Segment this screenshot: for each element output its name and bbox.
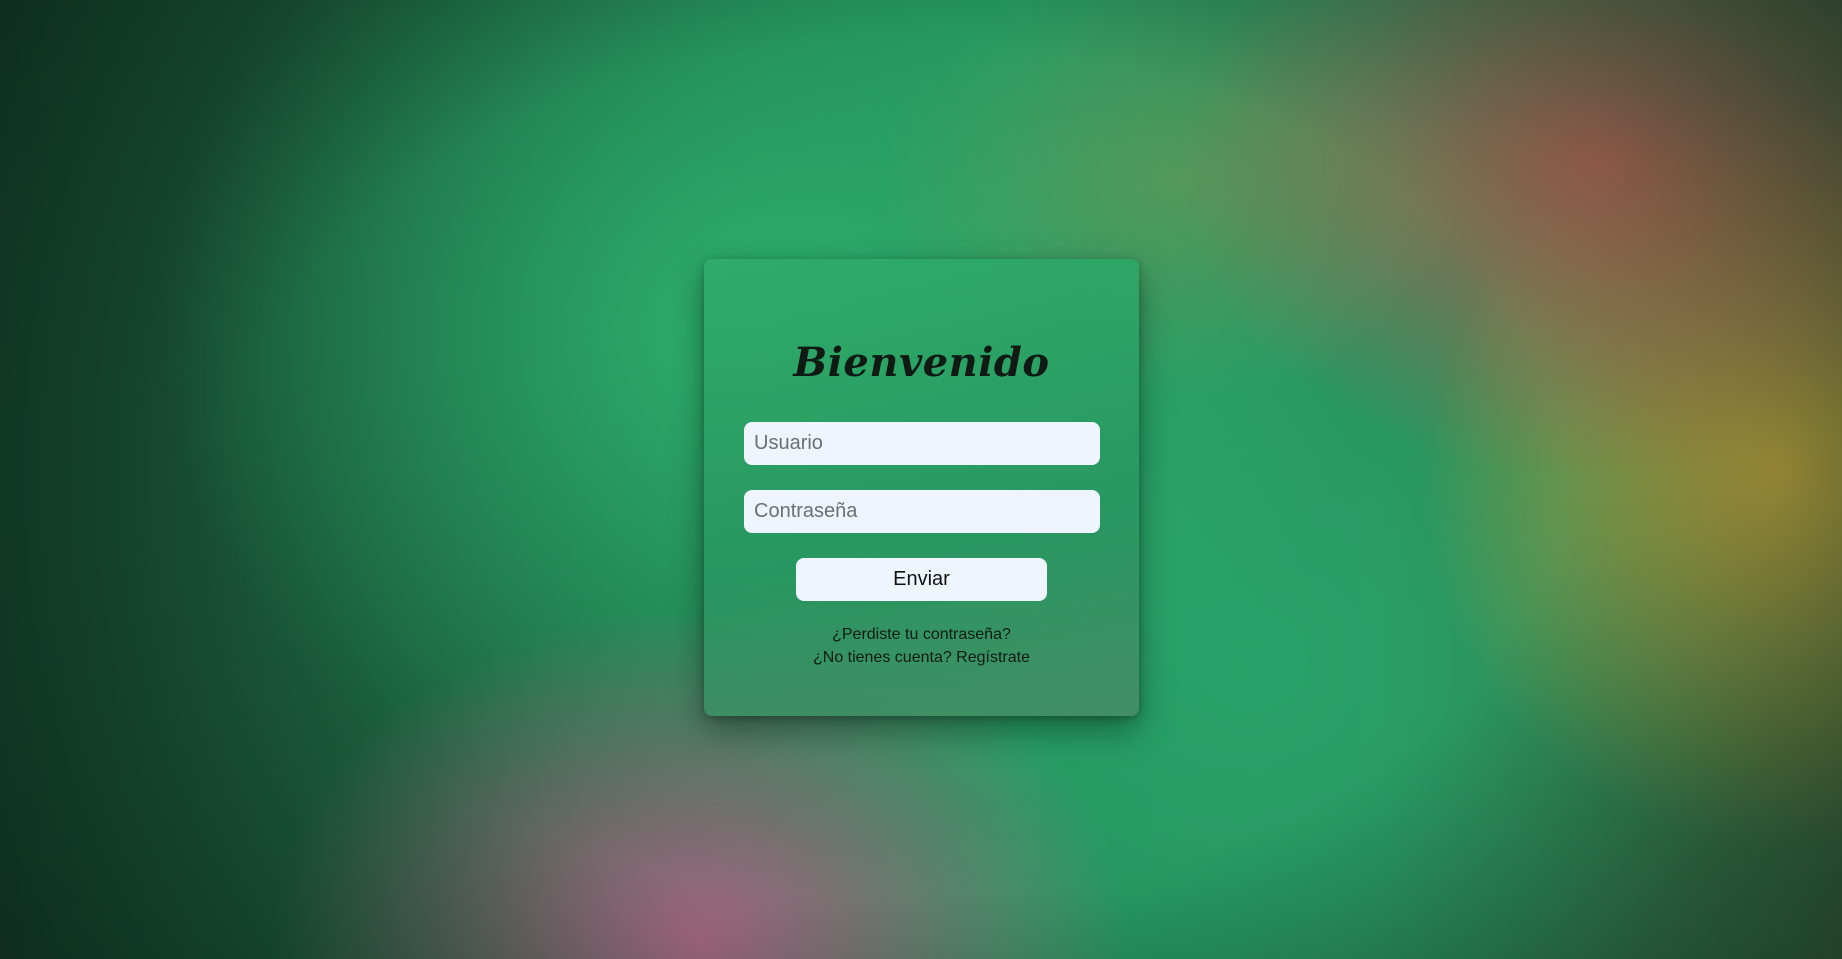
submit-button[interactable]: Enviar [796, 558, 1047, 601]
welcome-title: Bienvenido [793, 339, 1050, 386]
register-link[interactable]: ¿No tienes cuenta? Regístrate [813, 649, 1030, 666]
forgot-password-link[interactable]: ¿Perdiste tu contraseña? [832, 626, 1011, 643]
username-input[interactable] [744, 422, 1100, 465]
auth-links: ¿Perdiste tu contraseña? ¿No tienes cuen… [704, 623, 1139, 669]
login-card: Bienvenido Enviar ¿Perdiste tu contraseñ… [704, 259, 1139, 716]
password-input[interactable] [744, 490, 1100, 533]
